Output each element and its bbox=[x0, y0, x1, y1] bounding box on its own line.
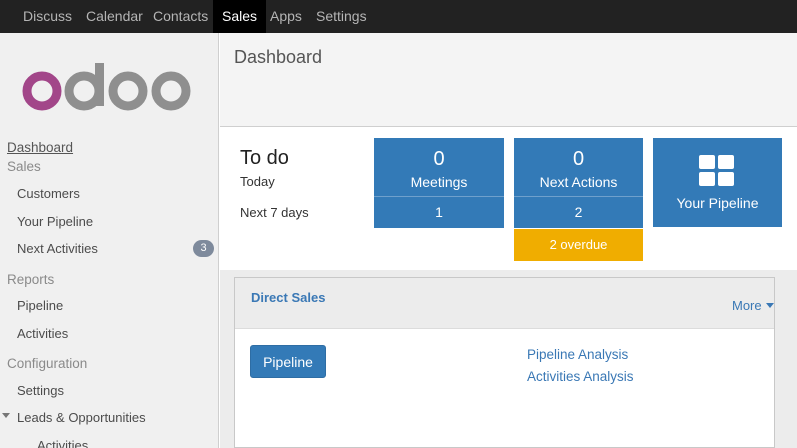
todo-title: To do bbox=[240, 147, 289, 169]
direct-sales-panel: Direct Sales More Pipeline Pipeline Anal… bbox=[234, 277, 775, 448]
direct-sales-title[interactable]: Direct Sales bbox=[251, 290, 325, 305]
odoo-logo[interactable] bbox=[22, 61, 194, 121]
meetings-next7-count[interactable]: 1 bbox=[374, 204, 504, 220]
sidebar-item-next-activities[interactable]: Next Activities bbox=[17, 241, 98, 256]
sidebar-header-reports: Reports bbox=[7, 272, 55, 287]
sidebar-header-sales: Sales bbox=[7, 159, 41, 174]
menu-sales[interactable]: Sales bbox=[213, 0, 267, 33]
sidebar-item-pipeline-report[interactable]: Pipeline bbox=[17, 298, 63, 313]
activities-analysis-link[interactable]: Activities Analysis bbox=[527, 369, 634, 384]
menu-calendar[interactable]: Calendar bbox=[77, 0, 152, 33]
menu-discuss[interactable]: Discuss bbox=[14, 0, 81, 33]
menu-contacts[interactable]: Contacts bbox=[144, 0, 217, 33]
pipeline-analysis-link[interactable]: Pipeline Analysis bbox=[527, 347, 628, 362]
sidebar-item-activities-report[interactable]: Activities bbox=[17, 326, 68, 341]
more-dropdown[interactable]: More bbox=[732, 298, 774, 313]
sidebar: Dashboard Sales Customers Your Pipeline … bbox=[0, 33, 219, 448]
page-header: Dashboard bbox=[220, 33, 797, 127]
sidebar-item-leads-activities[interactable]: Activities bbox=[37, 438, 88, 448]
sidebar-item-settings[interactable]: Settings bbox=[17, 383, 64, 398]
overdue-badge[interactable]: 2 overdue bbox=[514, 229, 643, 261]
next-activities-count-badge: 3 bbox=[193, 240, 214, 257]
more-label: More bbox=[732, 298, 762, 313]
sidebar-item-leads-opportunities[interactable]: Leads & Opportunities bbox=[17, 410, 146, 425]
your-pipeline-tile[interactable]: Your Pipeline bbox=[653, 138, 782, 227]
sidebar-header-configuration: Configuration bbox=[7, 356, 88, 371]
page-title: Dashboard bbox=[234, 47, 323, 67]
top-menu-bar: Discuss Calendar Contacts Sales Apps Set… bbox=[0, 0, 797, 33]
your-pipeline-label: Your Pipeline bbox=[676, 195, 759, 211]
grid-icon bbox=[699, 155, 735, 187]
meetings-label: Meetings bbox=[410, 174, 468, 190]
sidebar-item-customers[interactable]: Customers bbox=[17, 186, 80, 201]
next-actions-tile[interactable]: 0 Next Actions 2 bbox=[514, 138, 643, 228]
next-actions-next7-count[interactable]: 2 bbox=[514, 204, 643, 220]
todo-today-label: Today bbox=[240, 174, 275, 189]
menu-apps[interactable]: Apps bbox=[261, 0, 311, 33]
main-content: Dashboard To do Today Next 7 days 0 Meet… bbox=[220, 33, 797, 448]
chevron-down-icon[interactable] bbox=[2, 413, 10, 418]
todo-next7-label: Next 7 days bbox=[240, 205, 309, 220]
next-actions-today-count[interactable]: 0 bbox=[514, 148, 643, 171]
pipeline-button[interactable]: Pipeline bbox=[250, 345, 326, 378]
caret-down-icon bbox=[765, 303, 774, 308]
next-actions-label: Next Actions bbox=[539, 174, 618, 190]
tile-divider bbox=[374, 196, 504, 197]
tile-divider bbox=[514, 196, 643, 197]
sidebar-item-your-pipeline[interactable]: Your Pipeline bbox=[17, 214, 93, 229]
menu-settings[interactable]: Settings bbox=[307, 0, 376, 33]
sidebar-item-dashboard[interactable]: Dashboard bbox=[7, 140, 73, 155]
meetings-tile[interactable]: 0 Meetings 1 bbox=[374, 138, 504, 228]
meetings-today-count[interactable]: 0 bbox=[374, 148, 504, 171]
direct-sales-header: Direct Sales More bbox=[235, 278, 774, 329]
